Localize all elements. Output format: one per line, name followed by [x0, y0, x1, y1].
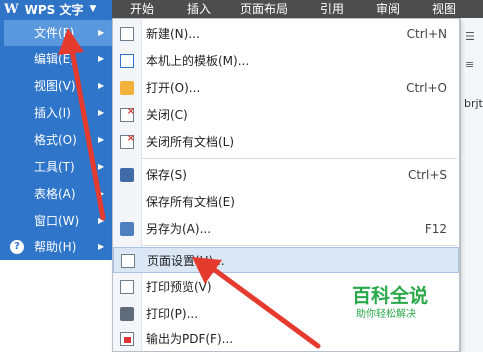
annotation-arrows [58, 28, 321, 349]
arrow-to-file-menu [58, 28, 106, 221]
arrow-to-page-setup [192, 257, 321, 349]
